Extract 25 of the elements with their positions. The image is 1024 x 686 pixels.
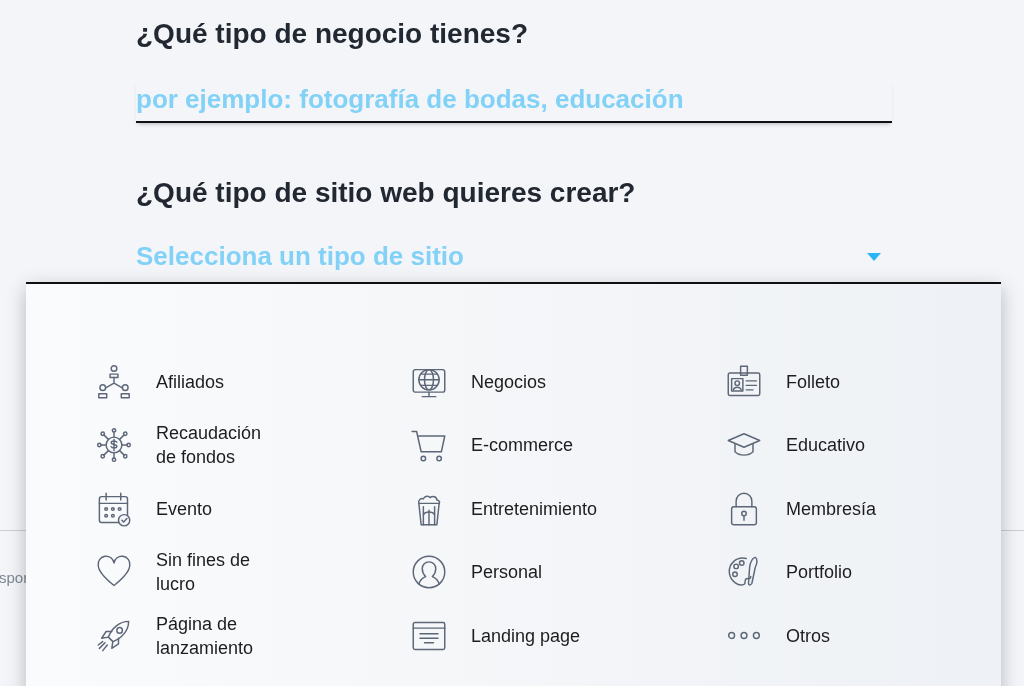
question-heading: ¿Qué tipo de sitio web quieres crear? <box>136 176 636 210</box>
site-type-option[interactable]: Landing page <box>411 617 726 654</box>
site-type-option[interactable]: Afiliados <box>96 363 411 400</box>
site-type-option[interactable]: E-commerce <box>411 427 726 464</box>
partial-text: spor <box>0 569 29 586</box>
calendar-check-icon <box>96 490 132 527</box>
people-network-icon <box>96 363 132 400</box>
site-type-option[interactable]: Negocios <box>411 363 726 400</box>
site-type-option[interactable]: Membresía <box>726 490 986 527</box>
site-type-option[interactable]: Folleto <box>726 363 986 400</box>
site-type-option[interactable]: Portfolio <box>726 554 986 591</box>
site-type-option[interactable]: Otros <box>726 623 986 648</box>
site-type-option[interactable]: Recaudación de fondos <box>96 421 411 470</box>
site-type-option[interactable]: Entretenimiento <box>411 490 726 527</box>
caret-icon <box>867 252 881 261</box>
question-heading: ¿Qué tipo de negocio tienes? <box>136 17 529 51</box>
dots-icon <box>726 631 762 641</box>
site-type-option[interactable]: Sin fines de lucro <box>96 548 411 597</box>
dollar-network-icon <box>96 427 132 464</box>
site-type-option[interactable]: Página de lanzamiento <box>96 611 411 660</box>
site-type-option[interactable]: Educativo <box>726 427 986 464</box>
business-input-field[interactable]: por ejemplo: fotografía de bodas, educación <box>136 80 892 123</box>
site-type-option[interactable]: Personal <box>411 554 726 591</box>
person-circle-icon <box>411 554 447 591</box>
site-type-option[interactable]: Evento <box>96 490 411 527</box>
